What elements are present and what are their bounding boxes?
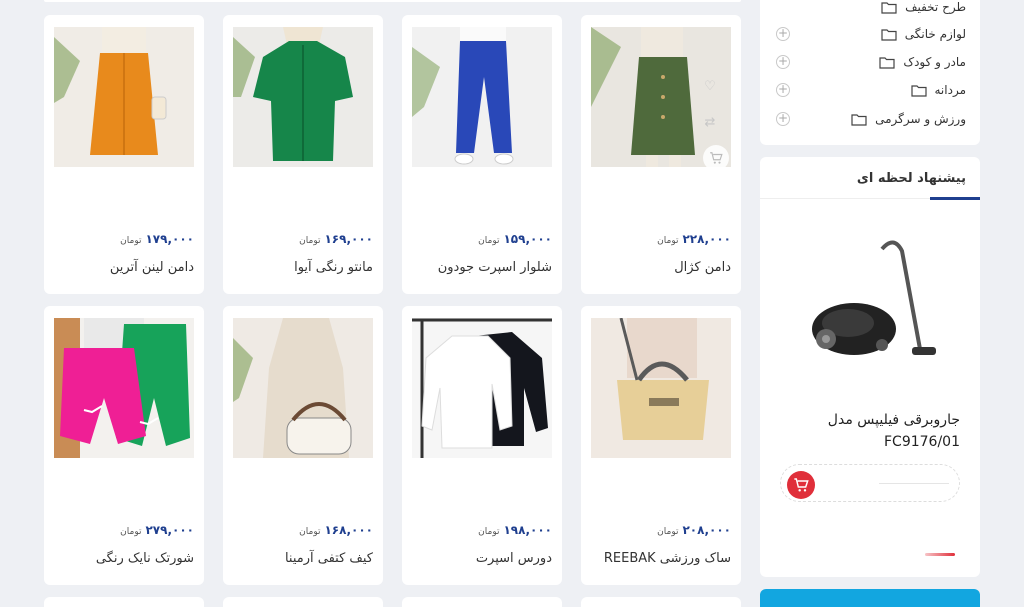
- currency-label: تومان: [120, 236, 142, 246]
- title-accent: [930, 197, 980, 200]
- product-title[interactable]: دامن لینن آترین: [110, 260, 194, 275]
- price-row: ۲۷۹,۰۰۰ تومان: [120, 523, 194, 537]
- plus-circle-icon[interactable]: +: [776, 27, 790, 41]
- category-item[interactable]: مادر و کودک: [879, 55, 966, 69]
- timer-progress: [925, 553, 955, 556]
- add-to-cart-button[interactable]: [703, 145, 729, 171]
- currency-label: تومان: [299, 236, 321, 246]
- category-label: طرح تخفیف: [905, 0, 966, 14]
- price-row: ۲۰۸,۰۰۰ تومان: [657, 523, 731, 537]
- section-title: پیشنهاد لحظه ای: [856, 171, 966, 186]
- category-label: مادر و کودک: [903, 55, 966, 69]
- product-price: ۲۰۸,۰۰۰: [682, 523, 731, 537]
- product-card[interactable]: ۱۵۹,۰۰۰ تومان شلوار اسپرت جودون: [402, 15, 562, 294]
- currency-label: تومان: [657, 236, 679, 246]
- product-card[interactable]: [223, 597, 383, 607]
- category-item[interactable]: ورزش و سرگرمی: [851, 112, 966, 126]
- category-list: طرح تخفیف لوازم خانگی + مادر و کودک + مر…: [760, 0, 980, 145]
- product-title[interactable]: شلوار اسپرت جودون: [438, 260, 552, 275]
- cart-icon: [710, 152, 723, 164]
- instant-offer-box: پیشنهاد لحظه ای جاروبرقی فیلیپس مدل FC91…: [760, 157, 980, 577]
- category-label: مردانه: [934, 83, 967, 97]
- product-card[interactable]: ♡ ⇄ ۲۲۸,۰۰۰ تومان دامن کژال: [581, 15, 741, 294]
- product-price: ۱۷۹,۰۰۰: [145, 232, 194, 246]
- product-title[interactable]: کیف کتفی آرمینا: [285, 551, 373, 566]
- product-card[interactable]: ۱۶۸,۰۰۰ تومان کیف کتفی آرمینا: [223, 306, 383, 585]
- folder-icon: [851, 113, 867, 126]
- product-title[interactable]: ساک ورزشی REEBAK: [604, 551, 731, 566]
- plus-circle-icon[interactable]: +: [776, 112, 790, 126]
- folder-icon: [881, 1, 897, 14]
- product-card[interactable]: [402, 597, 562, 607]
- product-title[interactable]: دورس اسپرت: [476, 551, 552, 566]
- product-price: ۱۶۹,۰۰۰: [324, 232, 373, 246]
- product-card[interactable]: [581, 597, 741, 607]
- price-row: ۱۶۹,۰۰۰ تومان: [299, 232, 373, 246]
- heart-icon[interactable]: ♡: [699, 75, 721, 97]
- product-card[interactable]: ۱۶۹,۰۰۰ تومان مانتو رنگی آیوا: [223, 15, 383, 294]
- product-price: ۱۶۸,۰۰۰: [324, 523, 373, 537]
- category-item[interactable]: طرح تخفیف: [881, 0, 966, 14]
- price-row: ۲۲۸,۰۰۰ تومان: [657, 232, 731, 246]
- plus-circle-icon[interactable]: +: [776, 55, 790, 69]
- price-placeholder: [879, 483, 949, 484]
- product-price: ۲۲۸,۰۰۰: [682, 232, 731, 246]
- currency-label: تومان: [120, 527, 142, 537]
- cart-icon: [794, 478, 809, 492]
- compare-icon[interactable]: ⇄: [699, 111, 721, 133]
- add-to-cart-button[interactable]: [787, 471, 815, 499]
- price-row: ۱۶۸,۰۰۰ تومان: [299, 523, 373, 537]
- category-label: لوازم خانگی: [904, 27, 966, 41]
- price-row: ۱۹۸,۰۰۰ تومان: [478, 523, 552, 537]
- product-price: ۱۹۸,۰۰۰: [503, 523, 552, 537]
- price-row: ۱۷۹,۰۰۰ تومان: [120, 232, 194, 246]
- product-card[interactable]: ۲۰۸,۰۰۰ تومان ساک ورزشی REEBAK: [581, 306, 741, 585]
- product-title[interactable]: مانتو رنگی آیوا: [294, 260, 373, 275]
- category-item[interactable]: مردانه: [910, 83, 967, 97]
- currency-label: تومان: [478, 236, 500, 246]
- price-row: ۱۵۹,۰۰۰ تومان: [478, 232, 552, 246]
- category-item[interactable]: لوازم خانگی: [881, 27, 966, 41]
- product-title[interactable]: شورتک نایک رنگی: [96, 551, 194, 566]
- product-price: ۲۷۹,۰۰۰: [145, 523, 194, 537]
- product-title[interactable]: دامن کژال: [674, 260, 731, 275]
- category-label: ورزش و سرگرمی: [875, 112, 966, 126]
- product-image[interactable]: [591, 318, 731, 458]
- product-image[interactable]: [233, 318, 373, 458]
- currency-label: تومان: [299, 527, 321, 537]
- product-card[interactable]: ۲۷۹,۰۰۰ تومان شورتک نایک رنگی: [44, 306, 204, 585]
- banner-edge[interactable]: [760, 589, 980, 607]
- product-image[interactable]: [412, 27, 552, 167]
- product-title[interactable]: جاروبرقی فیلیپس مدل FC9176/01: [790, 409, 960, 453]
- product-image[interactable]: [54, 318, 194, 458]
- folder-icon: [879, 56, 895, 69]
- cart-row: [780, 464, 960, 502]
- product-image[interactable]: [802, 229, 942, 379]
- plus-circle-icon[interactable]: +: [776, 83, 790, 97]
- currency-label: تومان: [478, 527, 500, 537]
- product-image[interactable]: [54, 27, 194, 167]
- currency-label: تومان: [657, 527, 679, 537]
- folder-icon: [881, 28, 897, 41]
- product-card[interactable]: ۱۹۸,۰۰۰ تومان دورس اسپرت: [402, 306, 562, 585]
- product-image[interactable]: [233, 27, 373, 167]
- product-card[interactable]: ۱۷۹,۰۰۰ تومان دامن لینن آترین: [44, 15, 204, 294]
- folder-icon: [910, 84, 927, 97]
- product-image[interactable]: [412, 318, 552, 458]
- product-card[interactable]: [44, 597, 204, 607]
- product-price: ۱۵۹,۰۰۰: [503, 232, 552, 246]
- top-card-edge: [44, 0, 741, 2]
